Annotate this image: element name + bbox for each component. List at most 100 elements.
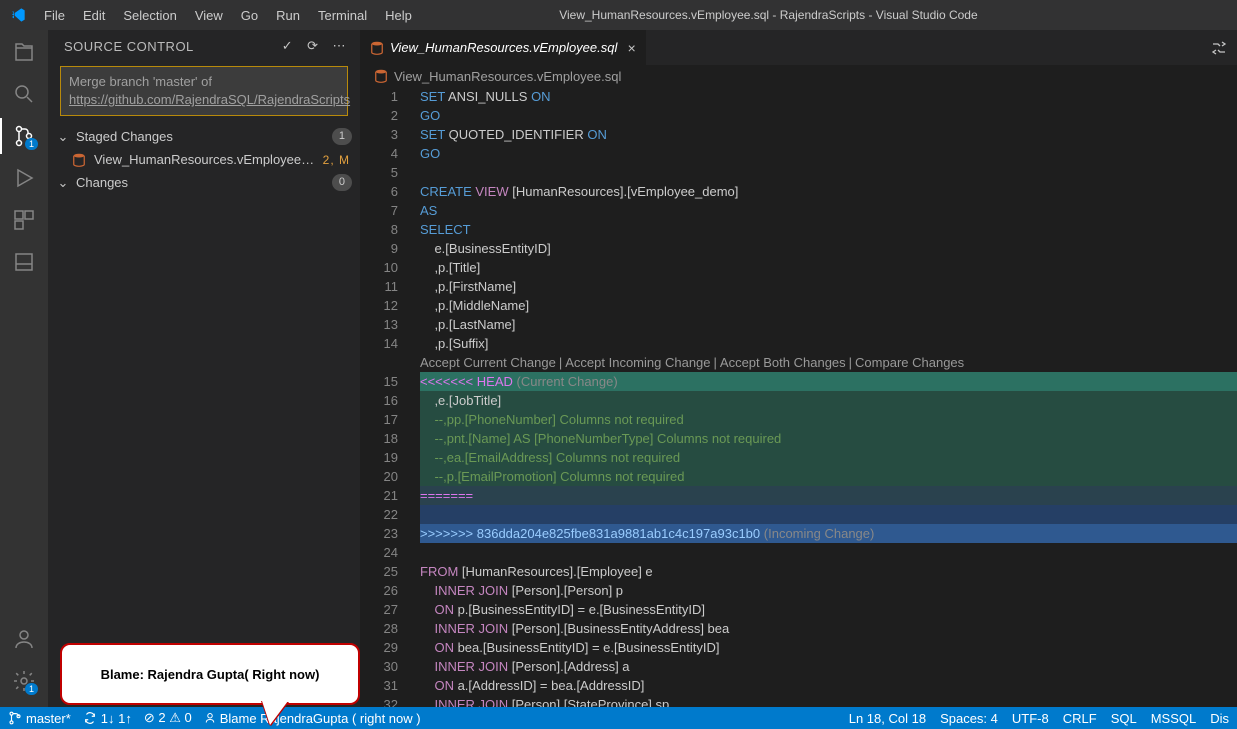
- code-line[interactable]: INNER JOIN [Person].[BusinessEntityAddre…: [420, 619, 1237, 638]
- status-eol[interactable]: CRLF: [1063, 711, 1097, 726]
- staged-changes-section[interactable]: ⌄ Staged Changes 1: [48, 124, 360, 149]
- code-line[interactable]: <<<<<<< HEAD (Current Change): [420, 372, 1237, 391]
- line-number: 30: [384, 657, 398, 676]
- line-number: 25: [384, 562, 398, 581]
- menu-file[interactable]: File: [36, 4, 73, 27]
- breadcrumb[interactable]: View_HumanResources.vEmployee.sql: [360, 65, 1237, 87]
- line-number: 28: [384, 619, 398, 638]
- menu-terminal[interactable]: Terminal: [310, 4, 375, 27]
- code-line[interactable]: e.[BusinessEntityID]: [420, 239, 1237, 258]
- code-line[interactable]: [420, 543, 1237, 562]
- menu-go[interactable]: Go: [233, 4, 266, 27]
- code-line[interactable]: INNER JOIN [Person].[Person] p: [420, 581, 1237, 600]
- codelens-action[interactable]: Accept Both Changes: [720, 353, 846, 372]
- settings-badge: 1: [25, 683, 38, 695]
- code-line[interactable]: INNER JOIN [Person].[Address] a: [420, 657, 1237, 676]
- code-line[interactable]: ,p.[LastName]: [420, 315, 1237, 334]
- commit-message-input[interactable]: Merge branch 'master' of https://github.…: [60, 66, 348, 116]
- code-line[interactable]: ON bea.[BusinessEntityID] = e.[BusinessE…: [420, 638, 1237, 657]
- codelens-action[interactable]: Accept Incoming Change: [565, 353, 710, 372]
- code-line[interactable]: ON a.[AddressID] = bea.[AddressID]: [420, 676, 1237, 695]
- menu-view[interactable]: View: [187, 4, 231, 27]
- code-line[interactable]: [420, 505, 1237, 524]
- code-line[interactable]: GO: [420, 144, 1237, 163]
- line-number: 8: [391, 220, 398, 239]
- changes-section[interactable]: ⌄ Changes 0: [48, 170, 360, 195]
- line-number: 14: [384, 334, 398, 353]
- search-icon[interactable]: [12, 82, 36, 106]
- code-line[interactable]: CREATE VIEW [HumanResources].[vEmployee_…: [420, 182, 1237, 201]
- status-bar: master* 1↓ 1↑ ⊘ 2 ⚠ 0 Blame RajendraGupt…: [0, 707, 1237, 729]
- changes-count: 0: [332, 174, 352, 191]
- line-number: 4: [391, 144, 398, 163]
- source-control-icon[interactable]: 1: [12, 124, 36, 148]
- code-line[interactable]: >>>>>>> 836dda204e825fbe831a9881ab1c4c19…: [420, 524, 1237, 543]
- status-sync[interactable]: 1↓ 1↑: [83, 711, 132, 726]
- line-number: 21: [384, 486, 398, 505]
- codelens-action[interactable]: Compare Changes: [855, 353, 964, 372]
- code-line[interactable]: AS: [420, 201, 1237, 220]
- menu-run[interactable]: Run: [268, 4, 308, 27]
- menu-help[interactable]: Help: [377, 4, 420, 27]
- code-line[interactable]: SELECT: [420, 220, 1237, 239]
- code-line[interactable]: GO: [420, 106, 1237, 125]
- status-encoding[interactable]: UTF-8: [1012, 711, 1049, 726]
- line-number: 13: [384, 315, 398, 334]
- status-problems[interactable]: ⊘ 2 ⚠ 0: [144, 710, 192, 726]
- status-conn[interactable]: MSSQL: [1151, 711, 1197, 726]
- status-blame[interactable]: Blame RajendraGupta ( right now ): [204, 711, 421, 726]
- code-line[interactable]: --,p.[EmailPromotion] Columns not requir…: [420, 467, 1237, 486]
- activity-bar: 1 1: [0, 30, 48, 707]
- status-branch[interactable]: master*: [8, 711, 71, 726]
- extensions-icon[interactable]: [12, 208, 36, 232]
- explorer-icon[interactable]: [12, 40, 36, 64]
- code-line[interactable]: --,ea.[EmailAddress] Columns not require…: [420, 448, 1237, 467]
- blame-callout: Blame: Rajendra Gupta( Right now): [60, 643, 360, 705]
- sidebar-title: SOURCE CONTROL: [64, 39, 194, 54]
- code-line[interactable]: =======: [420, 486, 1237, 505]
- code-line[interactable]: --,pp.[PhoneNumber] Columns not required: [420, 410, 1237, 429]
- code-line[interactable]: ON p.[BusinessEntityID] = e.[BusinessEnt…: [420, 600, 1237, 619]
- window-title: View_HumanResources.vEmployee.sql - Raje…: [420, 8, 1117, 22]
- code-line[interactable]: INNER JOIN [Person].[StateProvince] sp: [420, 695, 1237, 707]
- code-line[interactable]: [420, 163, 1237, 182]
- refresh-icon[interactable]: ⟳: [307, 38, 318, 54]
- accounts-icon[interactable]: [12, 627, 36, 651]
- code-line[interactable]: ,p.[Suffix]: [420, 334, 1237, 353]
- status-cursor[interactable]: Ln 18, Col 18: [849, 711, 926, 726]
- compare-changes-icon[interactable]: [1211, 40, 1227, 56]
- tab-active[interactable]: View_HumanResources.vEmployee.sql ×: [360, 30, 647, 65]
- status-lang[interactable]: SQL: [1111, 711, 1137, 726]
- code-line[interactable]: FROM [HumanResources].[Employee] e: [420, 562, 1237, 581]
- run-debug-icon[interactable]: [12, 166, 36, 190]
- line-number: 26: [384, 581, 398, 600]
- staged-file-row[interactable]: View_HumanResources.vEmployee.sql 2, M: [48, 149, 360, 170]
- close-tab-icon[interactable]: ×: [627, 40, 635, 56]
- line-number: 17: [384, 410, 398, 429]
- merge-codelens: Accept Current Change|Accept Incoming Ch…: [360, 353, 1237, 372]
- code-editor[interactable]: 1234567891011121314151617181920212223242…: [360, 87, 1237, 707]
- status-spaces[interactable]: Spaces: 4: [940, 711, 998, 726]
- commit-link[interactable]: https://github.com/RajendraSQL/RajendraS…: [69, 92, 350, 107]
- commit-check-icon[interactable]: ✓: [282, 38, 293, 54]
- line-number: 24: [384, 543, 398, 562]
- menu-edit[interactable]: Edit: [75, 4, 113, 27]
- menu-selection[interactable]: Selection: [115, 4, 184, 27]
- panel-icon[interactable]: [12, 250, 36, 274]
- code-line[interactable]: SET ANSI_NULLS ON: [420, 87, 1237, 106]
- line-number: 5: [391, 163, 398, 182]
- settings-gear-icon[interactable]: 1: [12, 669, 36, 693]
- code-line[interactable]: --,pnt.[Name] AS [PhoneNumberType] Colum…: [420, 429, 1237, 448]
- code-line[interactable]: ,e.[JobTitle]: [420, 391, 1237, 410]
- code-line[interactable]: ,p.[Title]: [420, 258, 1237, 277]
- line-number: 19: [384, 448, 398, 467]
- scm-badge: 1: [25, 138, 38, 150]
- code-line[interactable]: SET QUOTED_IDENTIFIER ON: [420, 125, 1237, 144]
- status-disc[interactable]: Dis: [1210, 711, 1229, 726]
- more-actions-icon[interactable]: ⋯: [333, 38, 347, 54]
- line-number: 27: [384, 600, 398, 619]
- code-line[interactable]: ,p.[MiddleName]: [420, 296, 1237, 315]
- codelens-action[interactable]: Accept Current Change: [420, 353, 556, 372]
- line-number: 16: [384, 391, 398, 410]
- code-line[interactable]: ,p.[FirstName]: [420, 277, 1237, 296]
